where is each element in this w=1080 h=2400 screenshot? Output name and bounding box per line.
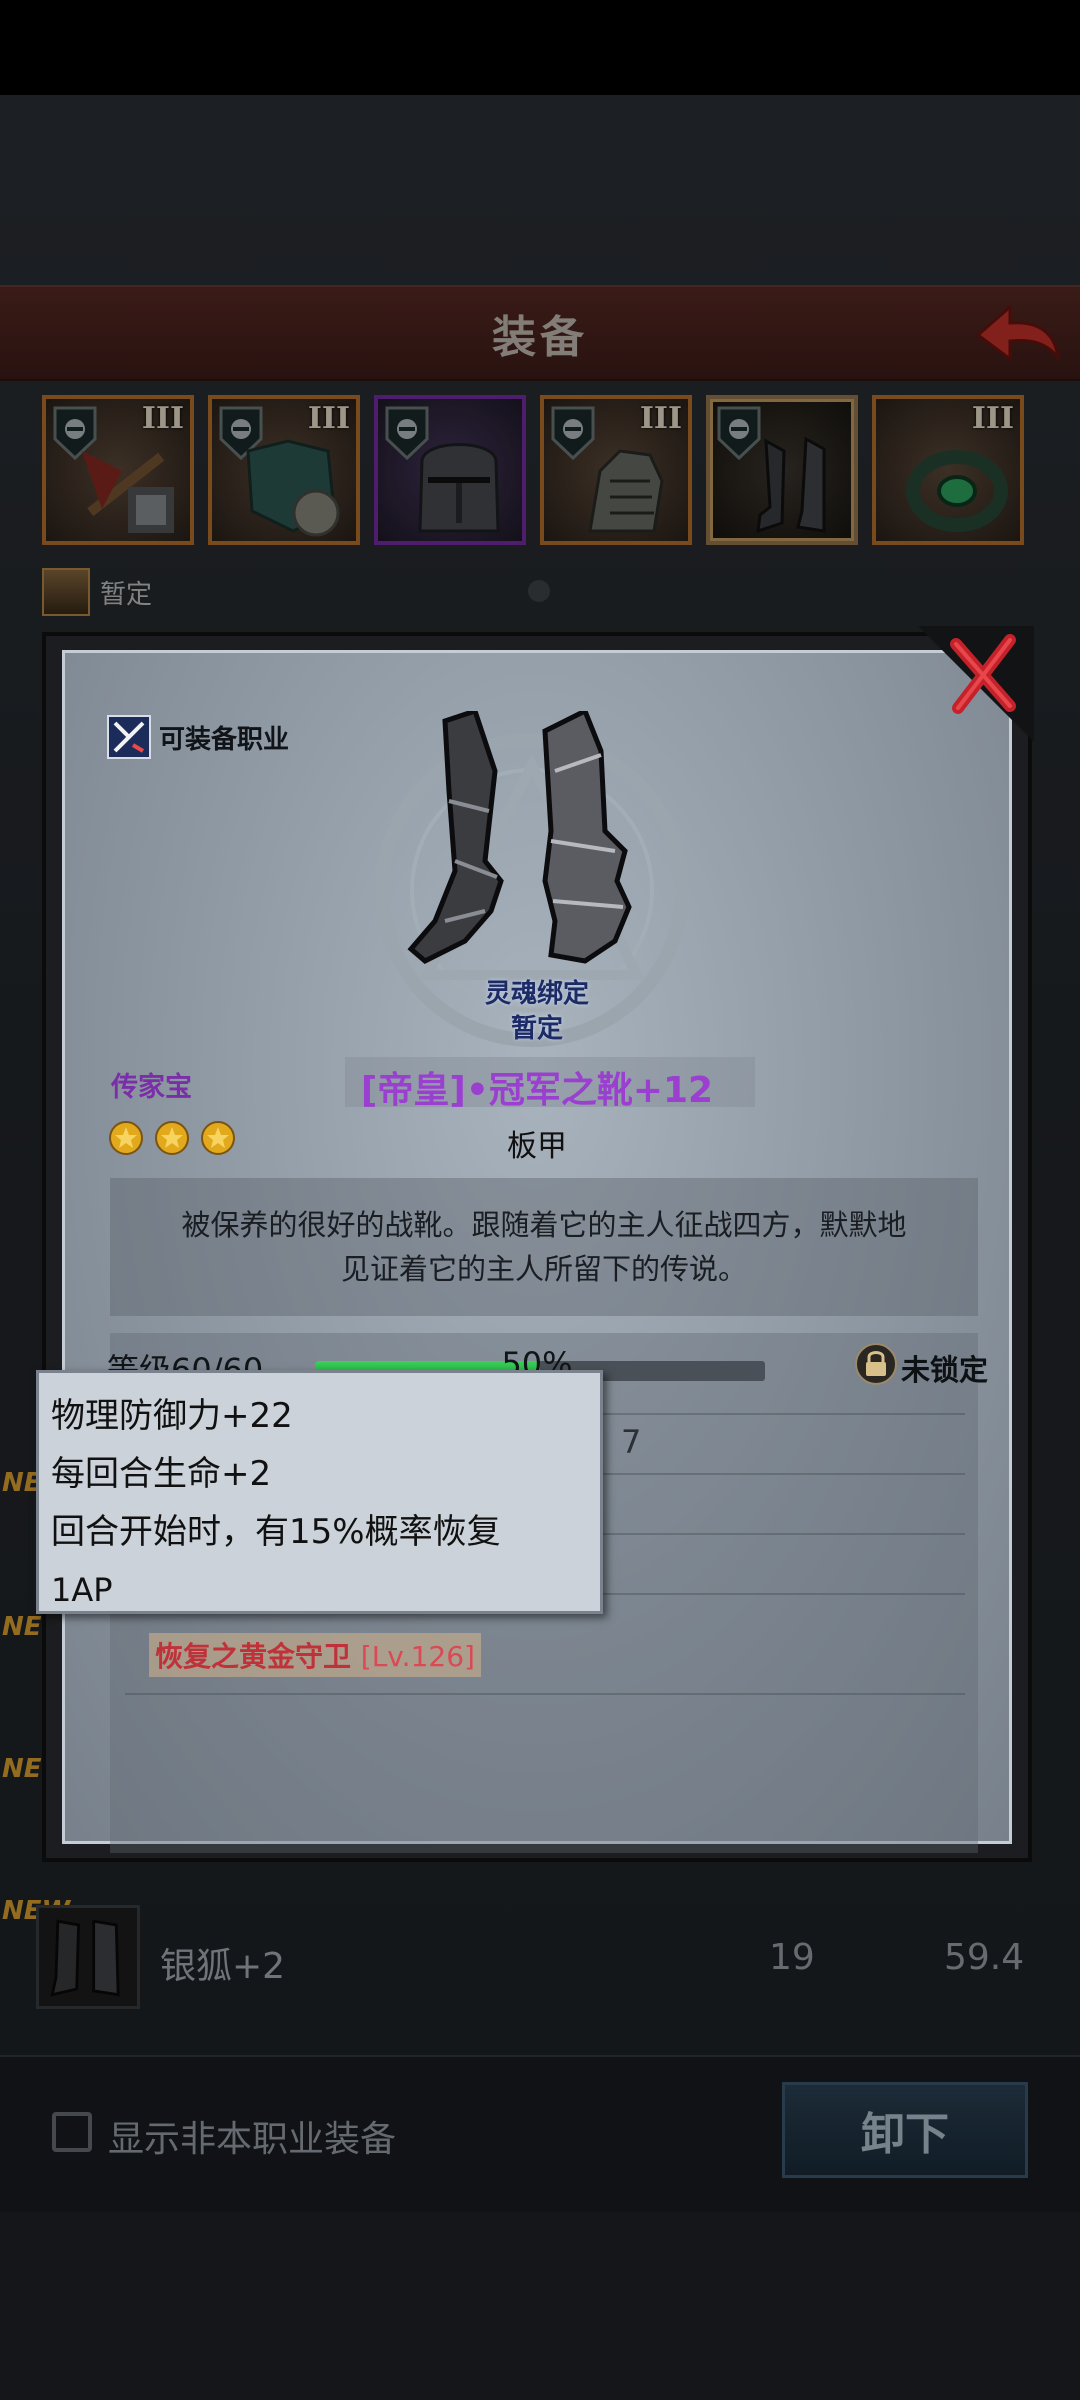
item-detail-panel: 可装备职业 灵魂绑定 暂定 传家宝 [帝皇]•冠军之靴+12 板甲 被保养的很好…: [42, 626, 1034, 1862]
tooltip-line: 回合开始时，有15%概率恢复: [51, 1512, 501, 1552]
stat-value-obscured: 7: [621, 1423, 642, 1461]
temporary-slot[interactable]: 暂定: [42, 568, 152, 616]
list-item[interactable]: 银狐+2 19 59.4: [36, 1905, 1046, 2015]
equippable-class-label: 可装备职业: [159, 724, 290, 755]
slot-gloves[interactable]: III: [540, 395, 692, 545]
equipment-slots: III III III III: [42, 395, 1024, 545]
temporary-label: 暂定: [100, 579, 153, 610]
great-helm-icon: [418, 443, 500, 533]
tooltip-line: 物理防御力+22: [51, 1396, 293, 1436]
axe-weapon-icon: [82, 451, 174, 533]
unequip-button[interactable]: 卸下: [782, 2082, 1028, 2178]
greaves-icon: [756, 436, 826, 534]
show-other-class-checkbox[interactable]: [52, 2112, 92, 2152]
gauntlet-icon: [588, 449, 664, 533]
item-description: 被保养的很好的战靴。跟随着它的主人征战四方，默默地 见证着它的主人所留下的传说。: [110, 1178, 978, 1316]
boots-item-icon: [36, 1905, 140, 2009]
slot-armor[interactable]: III: [208, 395, 360, 545]
slot-boots[interactable]: [706, 395, 858, 545]
breastplate-icon: [246, 439, 340, 537]
lock-status-label: 未锁定: [901, 1353, 989, 1387]
class-swords-icon: [107, 715, 151, 759]
lock-icon[interactable]: [855, 1343, 897, 1385]
slot-helmet[interactable]: [374, 395, 526, 545]
temporary-status: 暂定: [510, 1014, 563, 1044]
tooltip-line: 每回合生命+2: [51, 1454, 272, 1494]
set-bonus-name[interactable]: 恢复之黄金守卫 [Lv.126]: [149, 1633, 481, 1677]
stat-tooltip: 物理防御力+22 每回合生命+2 回合开始时，有15%概率恢复 1AP: [36, 1370, 603, 1614]
slot-ring[interactable]: III: [872, 395, 1024, 545]
show-other-class-label: 显示非本职业装备: [108, 2119, 397, 2160]
page-indicator-dot: [528, 580, 550, 602]
ring-icon: [906, 450, 1008, 532]
item-name: [帝皇]•冠军之靴+12: [360, 1070, 714, 1111]
unequip-label: 卸下: [861, 2109, 949, 2160]
item-type: 板甲: [507, 1129, 567, 1164]
tooltip-line: 1AP: [51, 1571, 113, 1609]
close-icon[interactable]: [918, 626, 1034, 742]
item-name: 银狐+2: [160, 1946, 286, 1987]
slot-weapon[interactable]: III: [42, 395, 194, 545]
set-level: [Lv.126]: [360, 1640, 475, 1673]
description-line: 见证着它的主人所留下的传说。: [340, 1252, 747, 1286]
item-detail-body: 可装备职业 灵魂绑定 暂定 传家宝 [帝皇]•冠军之靴+12 板甲 被保养的很好…: [62, 650, 1012, 1853]
champion-boots-icon: [407, 711, 632, 964]
temporary-item-icon: [42, 568, 90, 616]
divider: [125, 1693, 965, 1695]
page-title: 装备: [492, 312, 588, 363]
item-stat-2: 59.4: [944, 1937, 1025, 1978]
equippable-class-row[interactable]: 可装备职业: [107, 715, 289, 759]
description-line: 被保养的很好的战靴。跟随着它的主人征战四方，默默地: [181, 1208, 907, 1242]
equipment-header: 装备: [0, 285, 1080, 381]
item-stat-1: 19: [769, 1937, 815, 1978]
back-arrow-icon[interactable]: [970, 297, 1062, 369]
soulbound-label: 灵魂绑定: [484, 979, 589, 1009]
set-name-text: 恢复之黄金守卫: [155, 1640, 352, 1673]
